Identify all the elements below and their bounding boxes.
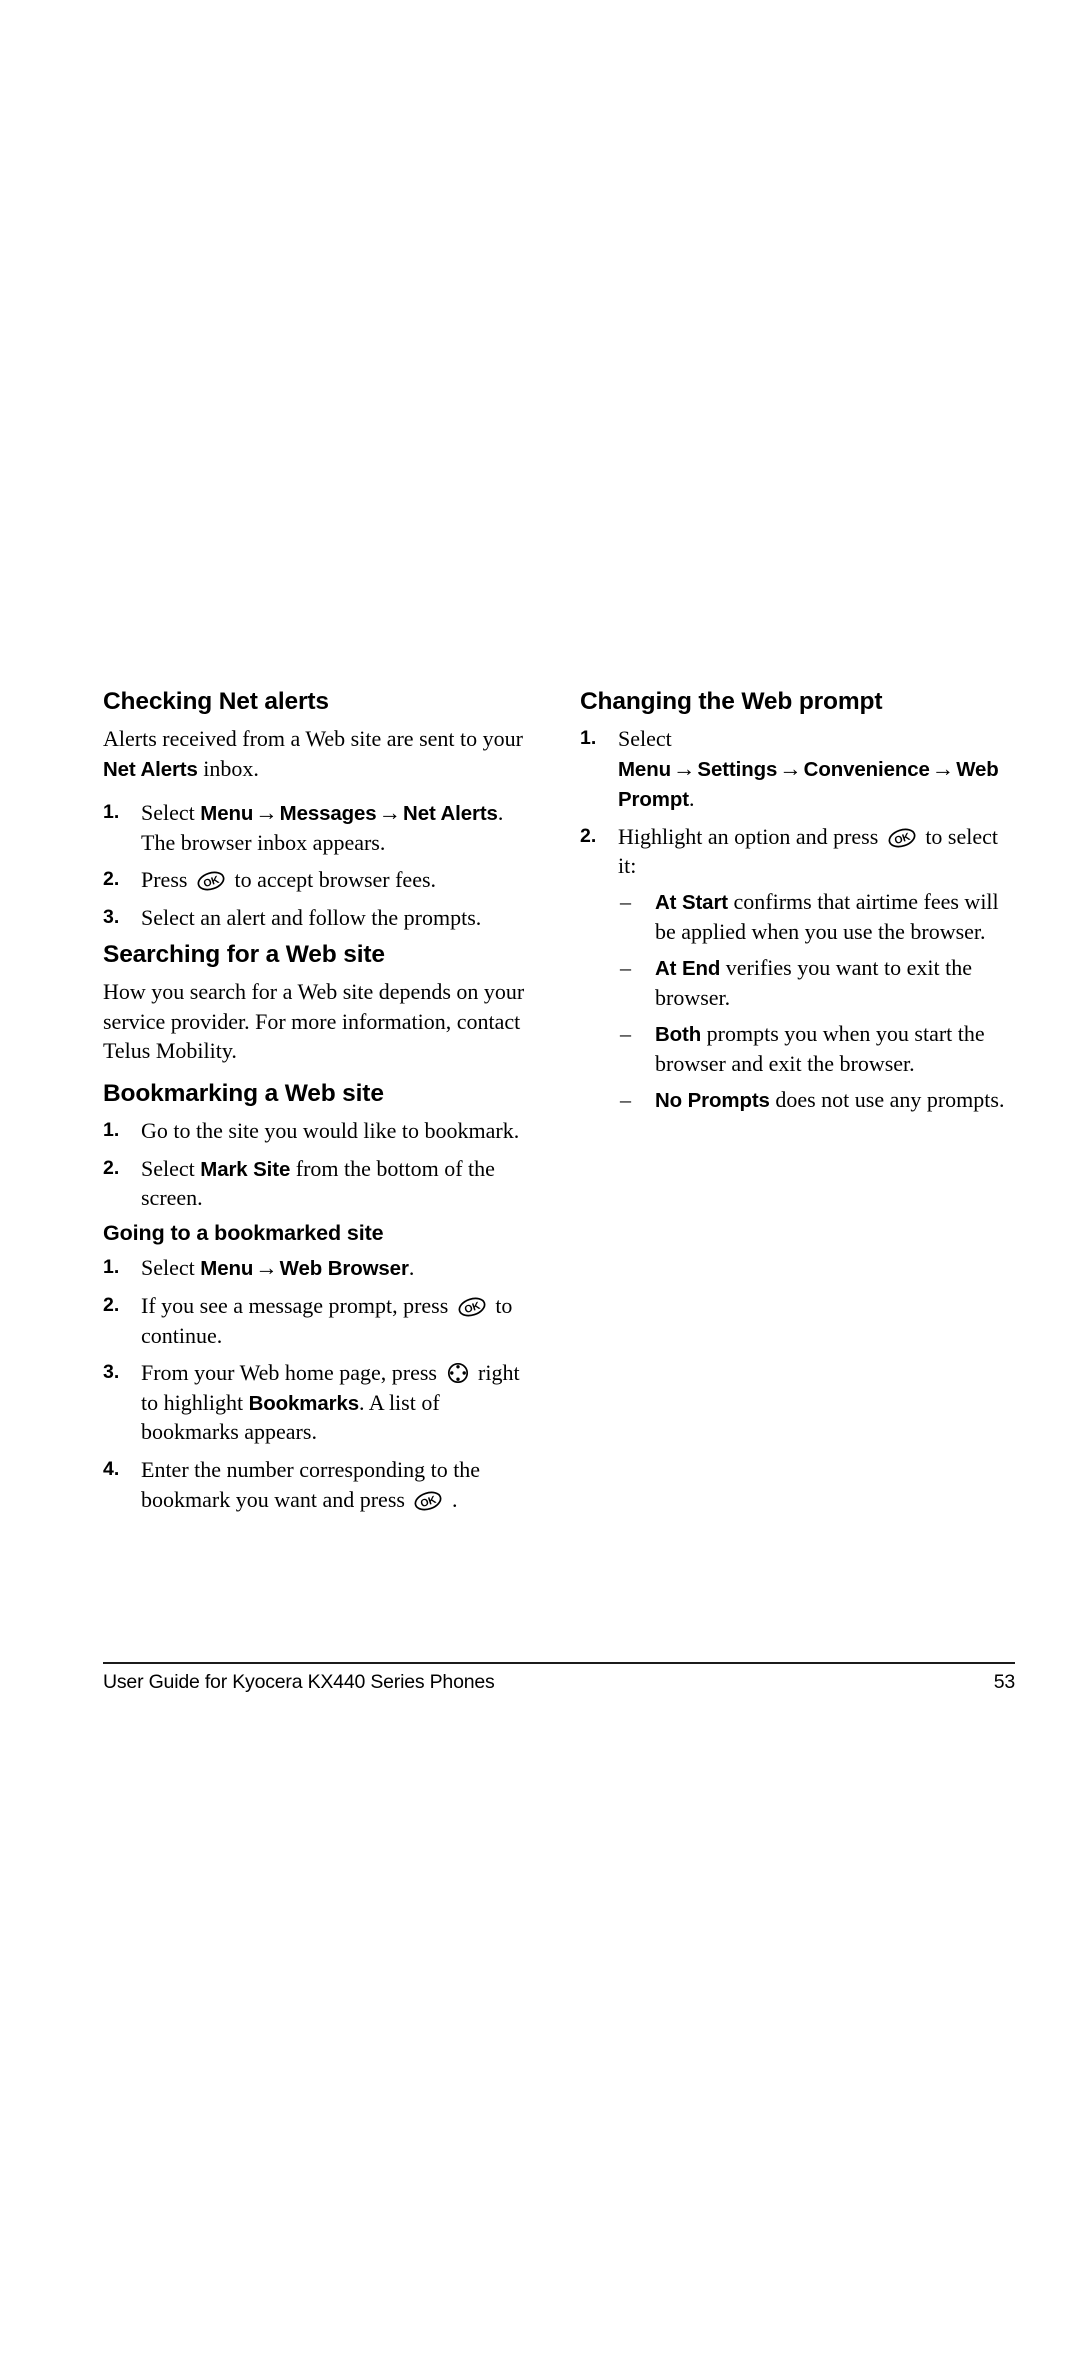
arrow-icon: → [255,799,278,825]
step-text-a: Highlight an option and press [618,823,884,849]
step-text-a: From your Web home page, press [141,1360,443,1386]
list-item: 1. Select Menu→Web Browser. [103,1253,538,1283]
steps-going-to-bookmarked-site: 1. Select Menu→Web Browser. 2. If you see … [103,1253,538,1514]
list-item: – At Start confirms that airtime fees wil… [618,887,1015,946]
bold-bookmarks: Bookmarks [248,1391,360,1415]
bold-menu: Menu [200,1256,254,1280]
left-column: Checking Net alerts Alerts received from… [103,688,538,1522]
step-number: 2. [103,868,120,891]
option-text: prompts you when you start the browser a… [655,1021,985,1076]
step-number: 2. [103,1294,120,1317]
heading-searching-for-a-web-site: Searching for a Web site [103,940,385,968]
step-text-c: to accept browser fees. [228,867,437,893]
intro-text-a: Alerts received from a Web site are sent… [103,726,523,752]
ok-key-icon: OK [457,1296,487,1318]
step-number: 1. [103,1255,120,1278]
bold-at-end: At End [655,957,721,981]
step-text-a: Select [141,1155,201,1181]
list-item: 2. Highlight an option and press OK to se… [580,822,1015,1115]
footer-divider [103,1662,1015,1664]
ok-key-icon: OK [887,827,917,849]
bold-net-alerts: Net Alerts [103,758,198,782]
list-item: 1. Select Menu→Settings→Convenience→Web P… [580,724,1015,813]
step-number: 2. [580,824,597,847]
list-item: 1. Select Menu→Messages→Net Alerts. The b… [103,798,538,858]
bold-messages: Messages [279,801,377,825]
dash-bullet: – [620,888,631,914]
bold-web-browser: Web Browser [279,1256,409,1280]
dash-bullet: – [620,1021,631,1047]
right-column: Changing the Web prompt 1. Select Menu→Se… [580,688,1015,1522]
bold-both: Both [655,1023,702,1047]
step-text-a: Go to the site you would like to bookmar… [141,1118,520,1144]
heading-going-to-a-bookmarked-site: Going to a bookmarked site [103,1220,384,1245]
list-item: 4. Enter the number corresponding to the … [103,1455,538,1514]
heading-changing-the-web-prompt: Changing the Web prompt [580,688,883,715]
intro-text-c: inbox. [197,756,259,782]
step-number: 4. [103,1457,120,1480]
arrow-icon: → [672,756,696,782]
step-number: 2. [103,1156,120,1179]
step-number: 3. [103,905,120,928]
step-text-a: Press [141,867,193,893]
paragraph-net-alerts-intro: Alerts received from a Web site are sent… [103,724,538,783]
list-item: 1. Go to the site you would like to bookm… [103,1116,538,1146]
step-text-c: . [408,1254,415,1280]
step-text-a: Select [141,1254,201,1280]
bold-mark-site: Mark Site [200,1157,291,1181]
list-item: – Both prompts you when you start the bro… [618,1019,1015,1078]
bold-settings: Settings [697,758,778,782]
bold-at-start: At Start [655,890,729,914]
steps-changing-web-prompt: 1. Select Menu→Settings→Convenience→Web P… [580,724,1015,1115]
step-number: 1. [580,727,597,750]
list-item: 3. From your Web home page, press right t… [103,1358,538,1447]
list-item: 3. Select an alert and follow the prompts… [103,903,538,933]
list-item: – At End verifies you want to exit the br… [618,953,1015,1012]
step-text-a: Select an alert and follow the prompts. [141,904,482,930]
footer-title: User Guide for Kyocera KX440 Series Phon… [103,1671,495,1693]
list-item: 2. Select Mark Site from the bottom of th… [103,1154,538,1213]
option-text: does not use any prompts. [769,1087,1005,1113]
arrow-icon: → [255,1254,278,1280]
list-item: 2. If you see a message prompt, press OK … [103,1291,538,1350]
heading-bookmarking-a-web-site: Bookmarking a Web site [103,1079,384,1107]
navigation-key-icon [446,1361,470,1385]
document-page: Checking Net alerts Alerts received from… [0,0,1080,2376]
ok-key-icon: OK [196,870,226,892]
dash-bullet: – [620,955,631,981]
paragraph-searching: How you search for a Web site depends on… [103,978,525,1064]
arrow-icon: → [779,756,802,782]
page-number: 53 [993,1671,1015,1693]
bold-menu: Menu [618,758,671,782]
step-text-a: Select [141,799,201,825]
dash-bullet: – [620,1087,631,1113]
list-item: 2. Press OK to accept browser fees. [103,865,538,895]
svg-text:OK: OK [202,874,221,890]
heading-checking-net-alerts: Checking Net alerts [103,688,329,715]
footer-row: User Guide for Kyocera KX440 Series Phon… [103,1671,1015,1694]
arrow-icon: → [931,756,955,782]
bold-convenience: Convenience [803,758,930,782]
step-text-a: Select [618,726,672,752]
bold-no-prompts: No Prompts [655,1089,770,1113]
step-number: 3. [103,1361,120,1384]
svg-text:OK: OK [893,830,912,846]
page-content: Checking Net alerts Alerts received from… [103,688,1015,1522]
web-prompt-options: – At Start confirms that airtime fees wil… [618,887,1015,1115]
svg-text:OK: OK [463,1300,482,1316]
svg-text:OK: OK [419,1493,438,1509]
steps-checking-net-alerts: 1. Select Menu→Messages→Net Alerts. The b… [103,798,538,933]
ok-key-icon: OK [413,1490,443,1512]
steps-bookmarking: 1. Go to the site you would like to bookm… [103,1116,538,1213]
step-text-a: If you see a message prompt, press [141,1293,454,1319]
bold-net-alerts: Net Alerts [403,801,498,825]
step-number: 1. [103,1119,120,1142]
step-text-c: . [446,1486,458,1512]
step-text-c: . [688,786,695,812]
arrow-icon: → [378,799,402,825]
step-number: 1. [103,800,120,823]
page-footer: User Guide for Kyocera KX440 Series Phon… [103,1662,1015,1694]
bold-menu: Menu [200,801,254,825]
list-item: – No Prompts does not use any prompts. [618,1085,1015,1115]
